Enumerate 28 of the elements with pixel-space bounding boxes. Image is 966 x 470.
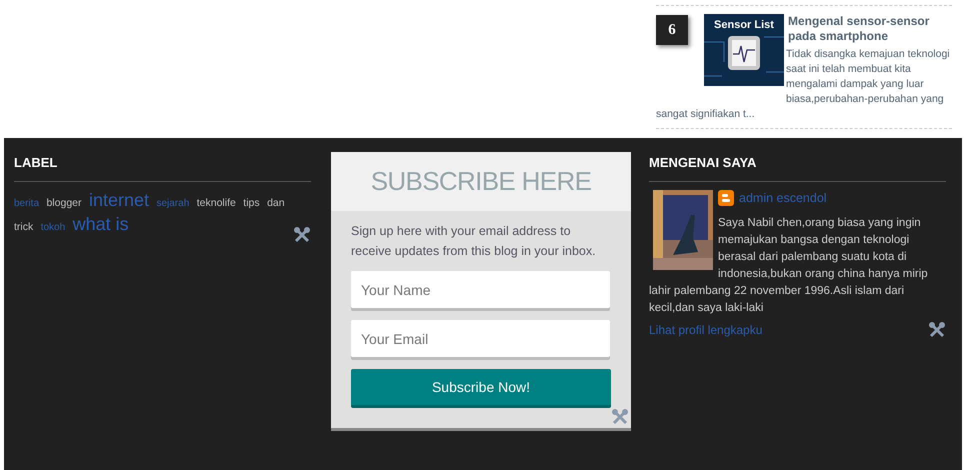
widget-title: LABEL — [14, 153, 311, 182]
wrench-screwdriver-icon[interactable] — [293, 226, 311, 244]
author-bio: Saya Nabil chen,orang biasa yang ingin memajukan bangsa dengan teknologi berasal dari palembang suatu kota di indonesia,bukan orang china hanya mirip — [718, 216, 929, 282]
post-excerpt: Tidak disangka kemajuan teknologi saat ini telah membuat kita mengalami dampak yang luar biasa,perubahan-perubahan yang — [786, 47, 951, 107]
subscribe-description: Sign up here with your email address to receive updates from this blog in your inbox. — [351, 223, 597, 260]
name-field[interactable]: Your Name — [351, 271, 610, 308]
thumbnail-caption: Sensor List — [713, 18, 775, 33]
rank-badge: 6 — [656, 15, 688, 45]
author-bio: lahir palembang 22 november 1996.Asli islam dari kecil,dan saya laki-laki — [649, 284, 906, 316]
label-link[interactable]: trick — [14, 220, 34, 232]
label-link[interactable]: tokoh — [40, 222, 66, 232]
label-link[interactable]: what is — [72, 214, 129, 234]
wrench-screwdriver-icon[interactable] — [928, 320, 946, 338]
post-excerpt: sangat signifiakan t... — [656, 107, 756, 122]
subscribe-button[interactable]: Subscribe Now! — [351, 369, 611, 408]
label-link[interactable]: teknolife — [196, 196, 236, 208]
label-link[interactable]: blogger — [46, 196, 82, 208]
label-link[interactable]: sejarah — [156, 198, 190, 208]
profile-link[interactable]: Lihat profil lengkapku — [649, 320, 762, 338]
label-link[interactable]: internet — [88, 190, 149, 210]
widget-title: MENGENAI SAYA — [649, 153, 946, 182]
email-field[interactable]: Your Email — [351, 320, 610, 357]
post-title[interactable]: Mengenal sensor-sensor pada smartphone — [786, 14, 952, 44]
author-link[interactable]: admin escendol — [739, 190, 827, 206]
subscribe-heading: SUBSCRIBE HERE — [331, 152, 631, 211]
label-link[interactable]: berita — [14, 198, 40, 208]
label-link[interactable]: dan — [267, 196, 285, 208]
label-link[interactable]: tips — [243, 196, 260, 208]
